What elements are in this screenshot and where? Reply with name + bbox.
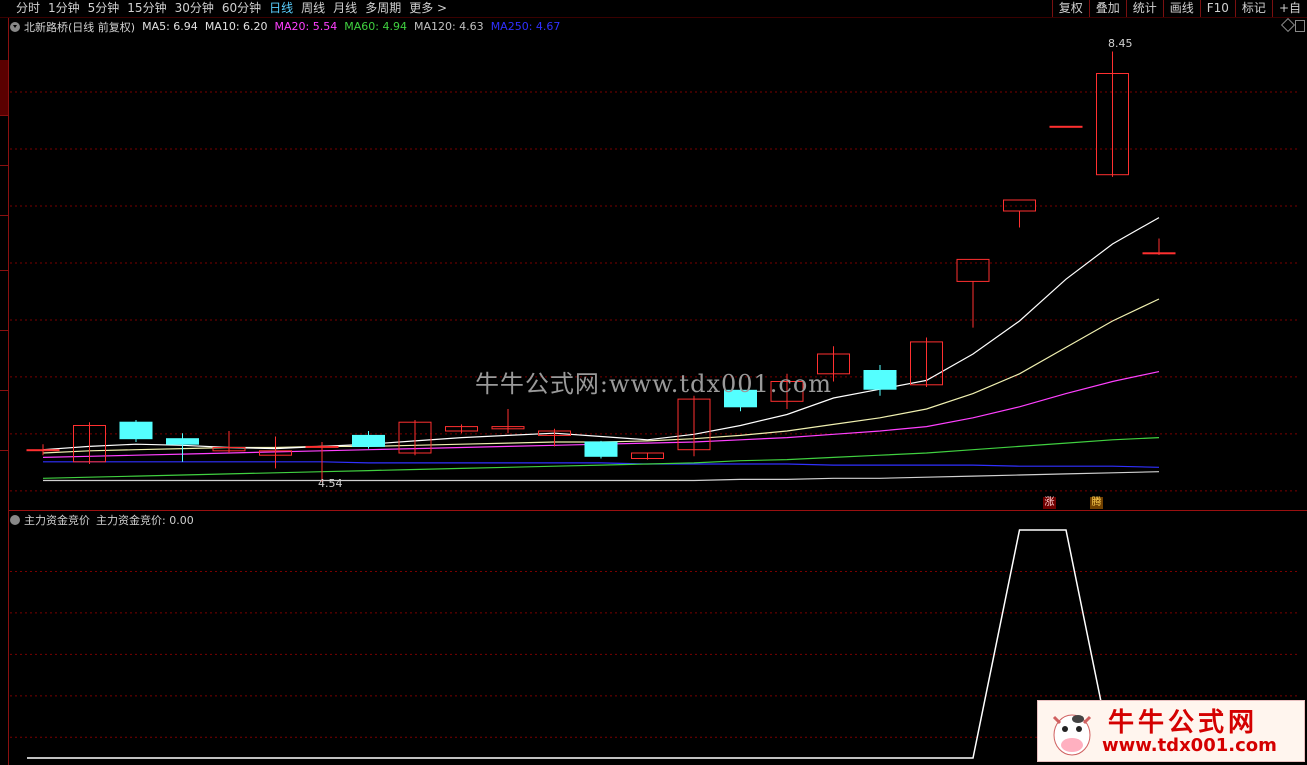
candle-body — [1049, 125, 1083, 128]
indicator-name: 主力资金竞价 — [24, 514, 90, 527]
panel-divider[interactable] — [9, 510, 1307, 511]
candle-body — [584, 441, 618, 457]
high-price-label: 8.45 — [1108, 37, 1133, 50]
candle-body — [724, 389, 757, 408]
indicator-legend: 主力资金竞价 主力资金竞价: 0.00 — [10, 513, 200, 527]
ma120-line — [43, 471, 1160, 482]
kline-chart — [10, 51, 1300, 759]
teng-badge: 腾 — [1090, 497, 1103, 509]
limit-up-badge: 涨 — [1043, 497, 1056, 509]
candle-body — [352, 434, 385, 447]
low-price-label: 4.54 — [318, 477, 343, 490]
candle-body — [166, 438, 199, 445]
ma10-line — [42, 298, 1160, 454]
indicator-line — [27, 529, 1159, 759]
logo-url: www.tdx001.com — [1102, 735, 1277, 756]
ma5-line — [42, 217, 1160, 451]
logo-title: 牛牛公式网 — [1108, 708, 1259, 738]
cow-mascot-icon — [1052, 714, 1092, 756]
candle-body — [26, 449, 60, 452]
candle-body — [863, 370, 897, 390]
indicator-value: 主力资金竞价: 0.00 — [96, 514, 194, 527]
site-logo[interactable]: 牛牛公式网 www.tdx001.com — [1037, 700, 1305, 762]
candle-body — [1142, 252, 1176, 255]
candle-body — [119, 421, 153, 440]
legend-toggle-icon[interactable] — [10, 515, 20, 525]
candle-body — [305, 445, 339, 448]
